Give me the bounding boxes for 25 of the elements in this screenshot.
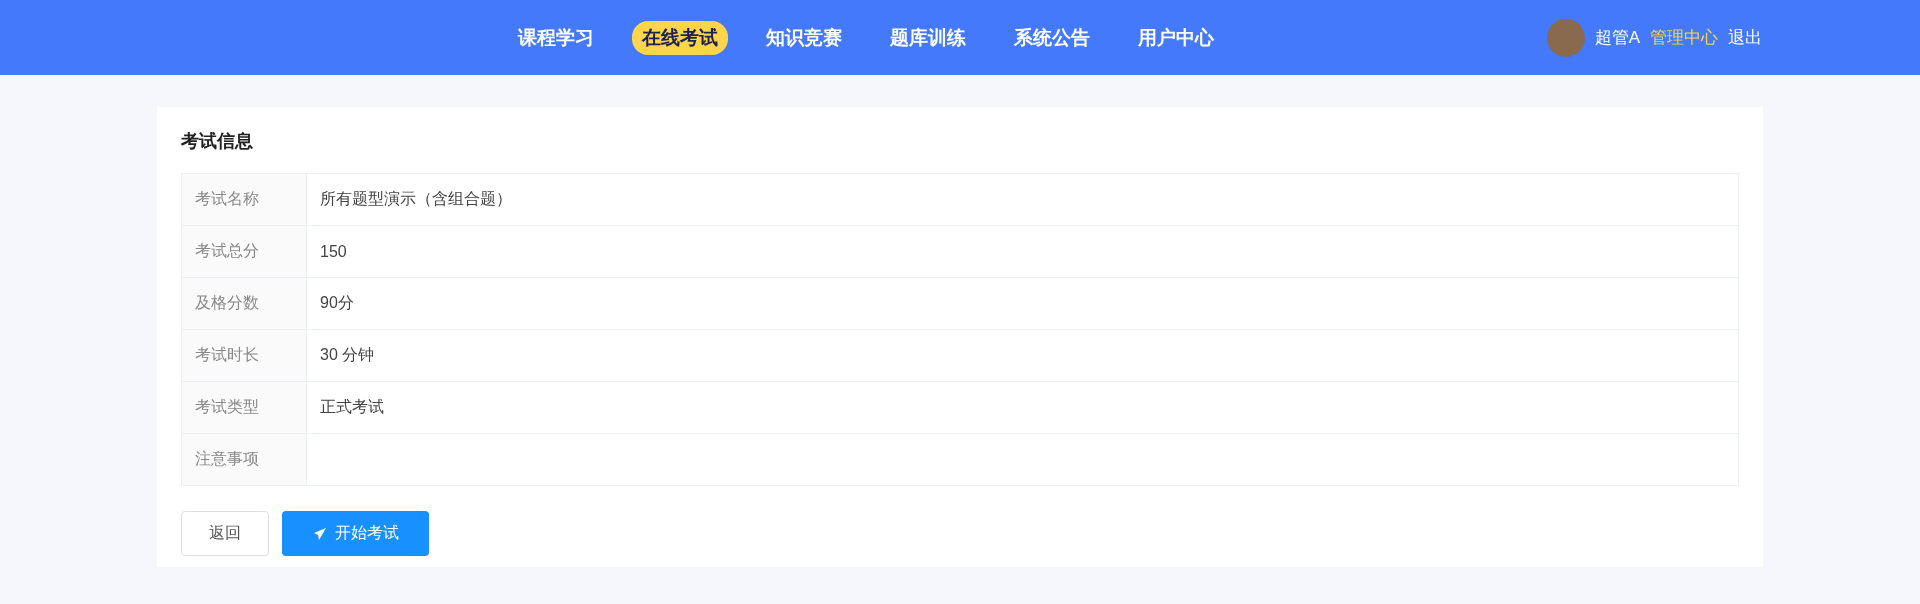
- field-label: 及格分数: [181, 277, 307, 330]
- field-label: 考试名称: [181, 173, 307, 226]
- field-value: 所有题型演示（含组合题）: [306, 173, 1739, 226]
- field-label: 考试总分: [181, 225, 307, 278]
- field-label: 注意事项: [181, 433, 307, 486]
- start-exam-button[interactable]: 开始考试: [282, 511, 429, 556]
- user-name: 超管A: [1594, 27, 1640, 49]
- field-label: 考试时长: [181, 329, 307, 382]
- field-label: 考试类型: [181, 381, 307, 434]
- nav-tab[interactable]: 知识竞赛: [756, 20, 852, 55]
- field-value: 正式考试: [306, 381, 1739, 434]
- field-value: 150: [306, 225, 1739, 278]
- nav-tab[interactable]: 用户中心: [1128, 20, 1224, 55]
- section-title: 考试信息: [181, 130, 254, 153]
- nav-tab[interactable]: 课程学习: [508, 20, 604, 55]
- nav-tab[interactable]: 在线考试: [632, 20, 728, 55]
- field-value: 90分: [306, 277, 1739, 330]
- logout-link[interactable]: 退出: [1728, 26, 1762, 49]
- nav-tab[interactable]: 题库训练: [880, 20, 976, 55]
- avatar: [1546, 18, 1585, 57]
- field-value: 30 分钟: [306, 329, 1739, 382]
- back-button[interactable]: 返回: [181, 511, 269, 556]
- nav-tab[interactable]: 系统公告: [1004, 20, 1100, 55]
- admin-center-link[interactable]: 管理中心: [1650, 26, 1718, 49]
- paper-plane-icon: [312, 526, 327, 541]
